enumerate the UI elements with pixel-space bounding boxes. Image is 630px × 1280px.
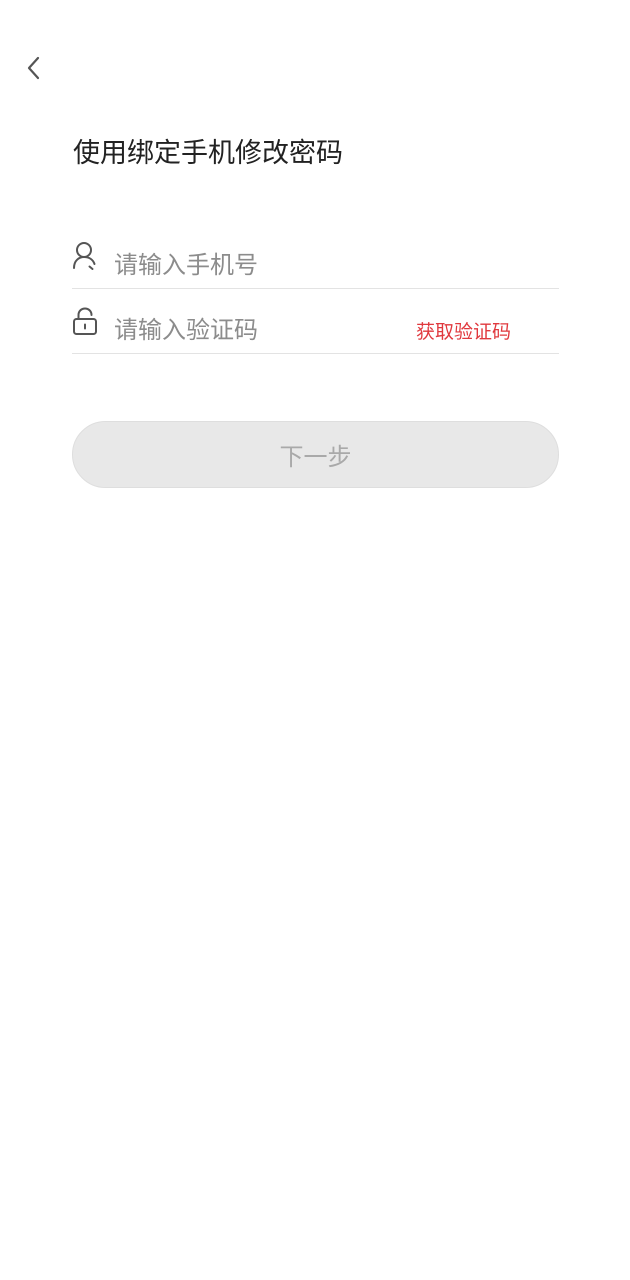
next-button[interactable]: 下一步 [72, 421, 559, 488]
get-code-button[interactable]: 获取验证码 [416, 317, 511, 344]
phone-input[interactable] [114, 245, 559, 285]
lock-icon [72, 306, 98, 336]
back-button[interactable] [18, 50, 48, 86]
phone-field [72, 224, 559, 289]
page-title: 使用绑定手机修改密码 [73, 138, 343, 169]
verification-code-input[interactable] [114, 310, 416, 350]
user-icon [72, 241, 98, 271]
reset-password-screen: 使用绑定手机修改密码 获取验证码 下一步 [0, 0, 630, 1280]
chevron-left-icon [27, 56, 40, 80]
code-field: 获取验证码 [72, 289, 559, 354]
